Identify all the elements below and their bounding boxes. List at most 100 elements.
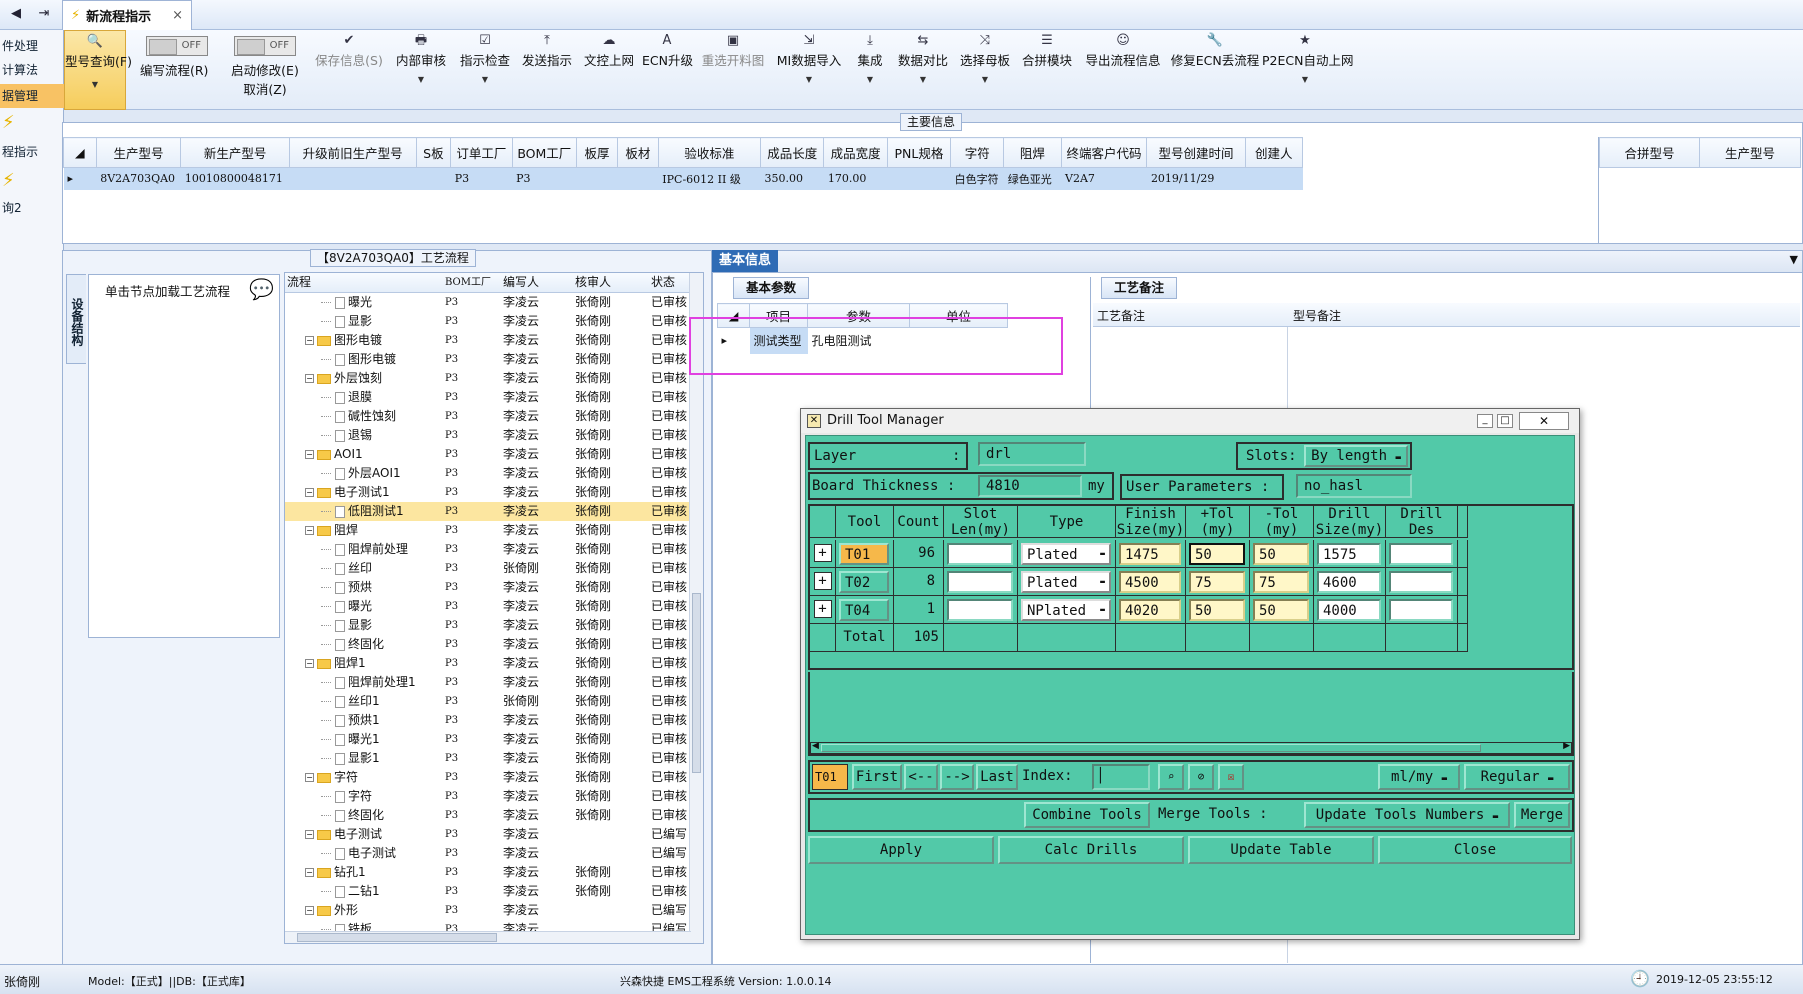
expand-icon[interactable]: − [305,336,314,345]
expand-icon[interactable]: − [305,659,314,668]
internal-review-button[interactable]: 🖶 内部审核 ▼ [394,30,448,110]
tree-row[interactable]: 显影1 P3 李凌云 张倚刚 已审核 [285,749,703,768]
tree-row[interactable]: 退膜 P3 李凌云 张倚刚 已审核 [285,388,703,407]
cell-5[interactable]: P3 [512,167,577,190]
tree-node[interactable]: − 图形电镀 [285,331,445,350]
tree-node[interactable]: − 电子测试 [285,825,445,844]
expand-icon[interactable]: − [305,868,314,877]
data-compare-button[interactable]: ⇆ 数据对比 ▼ [894,30,952,110]
tree-node[interactable]: 曝光1 [285,730,445,749]
tool-drill-field[interactable]: 1575 [1317,543,1381,565]
board-thickness-input[interactable]: 4810 [978,475,1082,497]
delete-tool-icon[interactable]: ☒ [1218,764,1244,790]
tree-row[interactable]: 预烘1 P3 李凌云 张倚刚 已审核 [285,711,703,730]
col-3[interactable]: S板 [415,137,452,168]
tree-node[interactable]: − AOI1 [285,445,445,464]
tree-node[interactable]: 碱性蚀刻 [285,407,445,426]
tree-row[interactable]: 二钻1 P3 李凌云 张倚刚 已审核 [285,882,703,901]
tree-row[interactable]: − AOI1 P3 李凌云 张倚刚 已审核 [285,445,703,464]
tab-basic-params[interactable]: 基本参数 [733,277,810,299]
tree-row[interactable]: 显影 P3 李凌云 张倚刚 已审核 [285,312,703,331]
tree-row[interactable]: 电子测试 P3 李凌云 已编写 [285,844,703,863]
cell-10[interactable]: 170.00 [823,167,888,190]
tree-row[interactable]: 退锡 P3 李凌云 张倚刚 已审核 [285,426,703,445]
tree-node[interactable]: 显影1 [285,749,445,768]
col-4[interactable]: 订单工厂 [450,137,513,168]
cell-15[interactable]: 2019/11/29 [1146,167,1246,190]
cell-4[interactable]: P3 [450,167,513,190]
sidebar-item-4[interactable]: 询2 [0,196,64,220]
tree-node[interactable]: 终固化 [285,806,445,825]
back-icon[interactable]: ◀ [4,0,28,28]
tree-node[interactable]: 退锡 [285,426,445,445]
tree-row[interactable]: 显影 P3 李凌云 张倚刚 已审核 [285,616,703,635]
scroll-left-icon[interactable]: ◀ [812,741,819,751]
tool-type-field[interactable]: NPlated [1021,599,1111,621]
start-edit-toggle[interactable]: OFF 启动修改(E) 取消(Z) [230,30,300,110]
col-16[interactable]: 创建人 [1244,137,1304,168]
cell-13[interactable]: 绿色亚光 [1003,167,1062,190]
reselect-cut-button[interactable]: ▣ 重选开料图 [700,30,766,110]
tree-node[interactable]: 预烘 [285,578,445,597]
vtab-equipment-structure[interactable]: 设备结构 [66,274,86,364]
expand-icon[interactable]: − [305,773,314,782]
merge-button[interactable]: Merge [1514,802,1570,828]
cell-14[interactable]: V2A7 [1061,167,1147,190]
tool-des-field[interactable] [1389,571,1453,593]
sidebar-item-3[interactable]: 程指示 [0,140,64,164]
save-info-button[interactable]: ✔ 保存信息(S) [314,30,384,110]
col-15[interactable]: 型号创建时间 [1146,137,1246,168]
tree-row[interactable]: 终固化 P3 李凌云 张倚刚 已审核 [285,635,703,654]
layer-input[interactable]: drl [978,442,1086,466]
cell-16[interactable] [1245,167,1303,190]
col-11[interactable]: PNL规格 [886,137,952,168]
chevron-down-icon[interactable]: ▼ [1790,253,1798,266]
index-input[interactable]: ▏ [1092,764,1150,790]
apply-button[interactable]: Apply [808,836,994,864]
tree-row[interactable]: − 图形电镀 P3 李凌云 张倚刚 已审核 [285,331,703,350]
h-scroll-thumb[interactable] [821,744,1481,752]
tree-row[interactable]: − 字符 P3 李凌云 张倚刚 已审核 [285,768,703,787]
cell-7[interactable] [617,167,659,190]
col-0[interactable]: 生产型号 [95,137,182,168]
update-tools-numbers-select[interactable]: Update Tools Numbers ▬ [1304,802,1510,828]
tree-node[interactable]: 显影 [285,312,445,331]
tree-row[interactable]: 阻焊前处理1 P3 李凌云 张倚刚 已审核 [285,673,703,692]
tool-tool-field[interactable]: T04 [839,599,889,621]
tool-ntol-field[interactable]: 50 [1253,599,1309,621]
tree-node[interactable]: 图形电镀 [285,350,445,369]
tree-node[interactable]: 退膜 [285,388,445,407]
tree-node[interactable]: 丝印 [285,559,445,578]
cell-6[interactable] [576,167,618,190]
col-9[interactable]: 成品长度 [760,137,825,168]
tree-row[interactable]: 字符 P3 李凌云 张倚刚 已审核 [285,787,703,806]
tree-node[interactable]: − 阻焊 [285,521,445,540]
tree-node[interactable]: 终固化 [285,635,445,654]
scroll-thumb[interactable] [692,593,701,773]
expand-icon[interactable]: + [813,600,832,618]
tree-node[interactable]: 电子测试 [285,844,445,863]
tree-row[interactable]: − 阻焊1 P3 李凌云 张倚刚 已审核 [285,654,703,673]
tree-node[interactable]: 外层AOI1 [285,464,445,483]
tree-row[interactable]: 丝印1 P3 张倚刚 张倚刚 已审核 [285,692,703,711]
tree-row[interactable]: − 外层蚀刻 P3 李凌云 张倚刚 已审核 [285,369,703,388]
tool-slot-field[interactable] [947,571,1013,593]
tree-node[interactable]: 阻焊前处理 [285,540,445,559]
select-mother-board-button[interactable]: ⤨ 选择母板 ▼ [956,30,1014,110]
send-instruction-button[interactable]: ⤒ 发送指示 [520,30,574,110]
tool-drill-field[interactable]: 4600 [1317,571,1381,593]
tree-node[interactable]: 显影 [285,616,445,635]
scroll-right-icon[interactable]: ▶ [1563,741,1570,751]
model-query-button[interactable]: 🔍 型号查询(F) ▼ [64,30,132,110]
col-8[interactable]: 验收标准 [657,137,762,168]
tree-row[interactable]: 低阻测试1 P3 李凌云 张倚刚 已审核 [285,502,703,521]
col-2[interactable]: 升级前旧生产型号 [288,137,417,168]
sidebar-item-0[interactable]: 件处理 [0,34,64,58]
close-button[interactable]: Close [1378,836,1572,864]
fix-ecn-button[interactable]: 🔧 修复ECN丢流程 [1170,30,1260,110]
tool-des-field[interactable] [1389,543,1453,565]
tree-node[interactable]: − 字符 [285,768,445,787]
cell-11[interactable] [887,167,951,190]
dialog-titlebar[interactable]: ✕ Drill Tool Manager _ □ ✕ [801,409,1579,433]
merge-module-button[interactable]: ☰ 合拼模块 [1018,30,1076,110]
